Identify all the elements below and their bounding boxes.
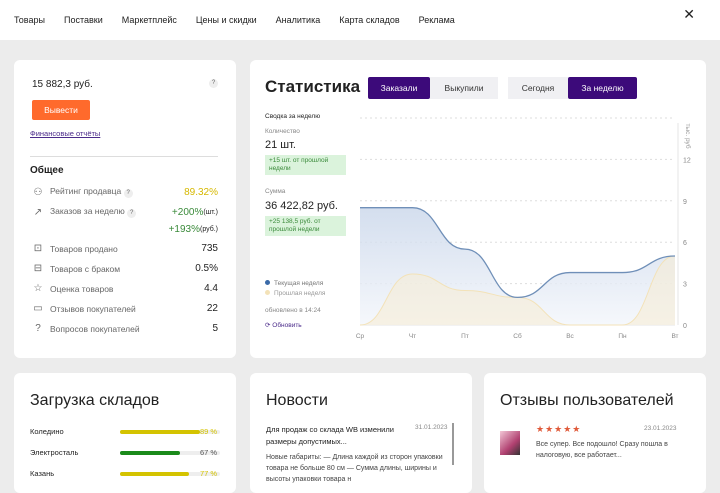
review-text: Все супер. Все подошло! Сразу пошла в на… [536,441,668,459]
warehouse-name: Электросталь [30,448,79,457]
y-axis-label: тыс. руб [684,123,692,148]
warehouse-load-fill [120,472,190,476]
x-tick-label: Чт [409,333,416,340]
x-tick-label: Пн [618,333,627,340]
rating-stars: ★★★★★ [536,424,582,434]
x-tick-label: Вс [566,333,574,340]
x-tick-label: Ср [356,333,365,340]
warehouse-load-fill [120,430,201,434]
y-tick-label: 0 [683,323,687,330]
x-tick-label: Вт [671,333,678,340]
news-date: 31.01.2023 [415,424,448,431]
warehouse-load-pct: 77 % [200,469,218,478]
y-tick-label: 12 [683,157,691,164]
reviews-card: Отзывы пользователей ★★★★★ 23.01.2023 Вс… [484,373,706,493]
x-tick-label: Сб [513,332,522,340]
news-scrollbar[interactable] [452,423,454,465]
warehouse-load-pct: 67 % [200,448,218,457]
news-title: Новости [266,392,328,409]
product-thumbnail [500,431,520,455]
warehouse-name: Казань [30,469,55,478]
warehouse-name: Коледино [30,427,64,436]
review-date: 23.01.2023 [644,425,677,432]
warehouse-load-pct: 89 % [200,427,218,436]
warehouse-title: Загрузка складов [30,392,160,409]
y-tick-label: 9 [683,199,687,206]
warehouse-load-fill [120,451,181,455]
y-tick-label: 3 [683,282,687,289]
news-body: Новые габариты: — Длина каждой из сторон… [266,454,443,483]
x-tick-label: Пт [461,333,469,340]
news-card: Новости Для продаж со склада WB изменили… [250,373,472,493]
y-tick-label: 6 [683,240,687,247]
reviews-title: Отзывы пользователей [500,392,674,409]
warehouse-card: Загрузка складов Коледино 89 % Электростал… [14,373,236,493]
news-headline[interactable]: Для продаж со склада WB изменили размеры… [266,424,406,448]
